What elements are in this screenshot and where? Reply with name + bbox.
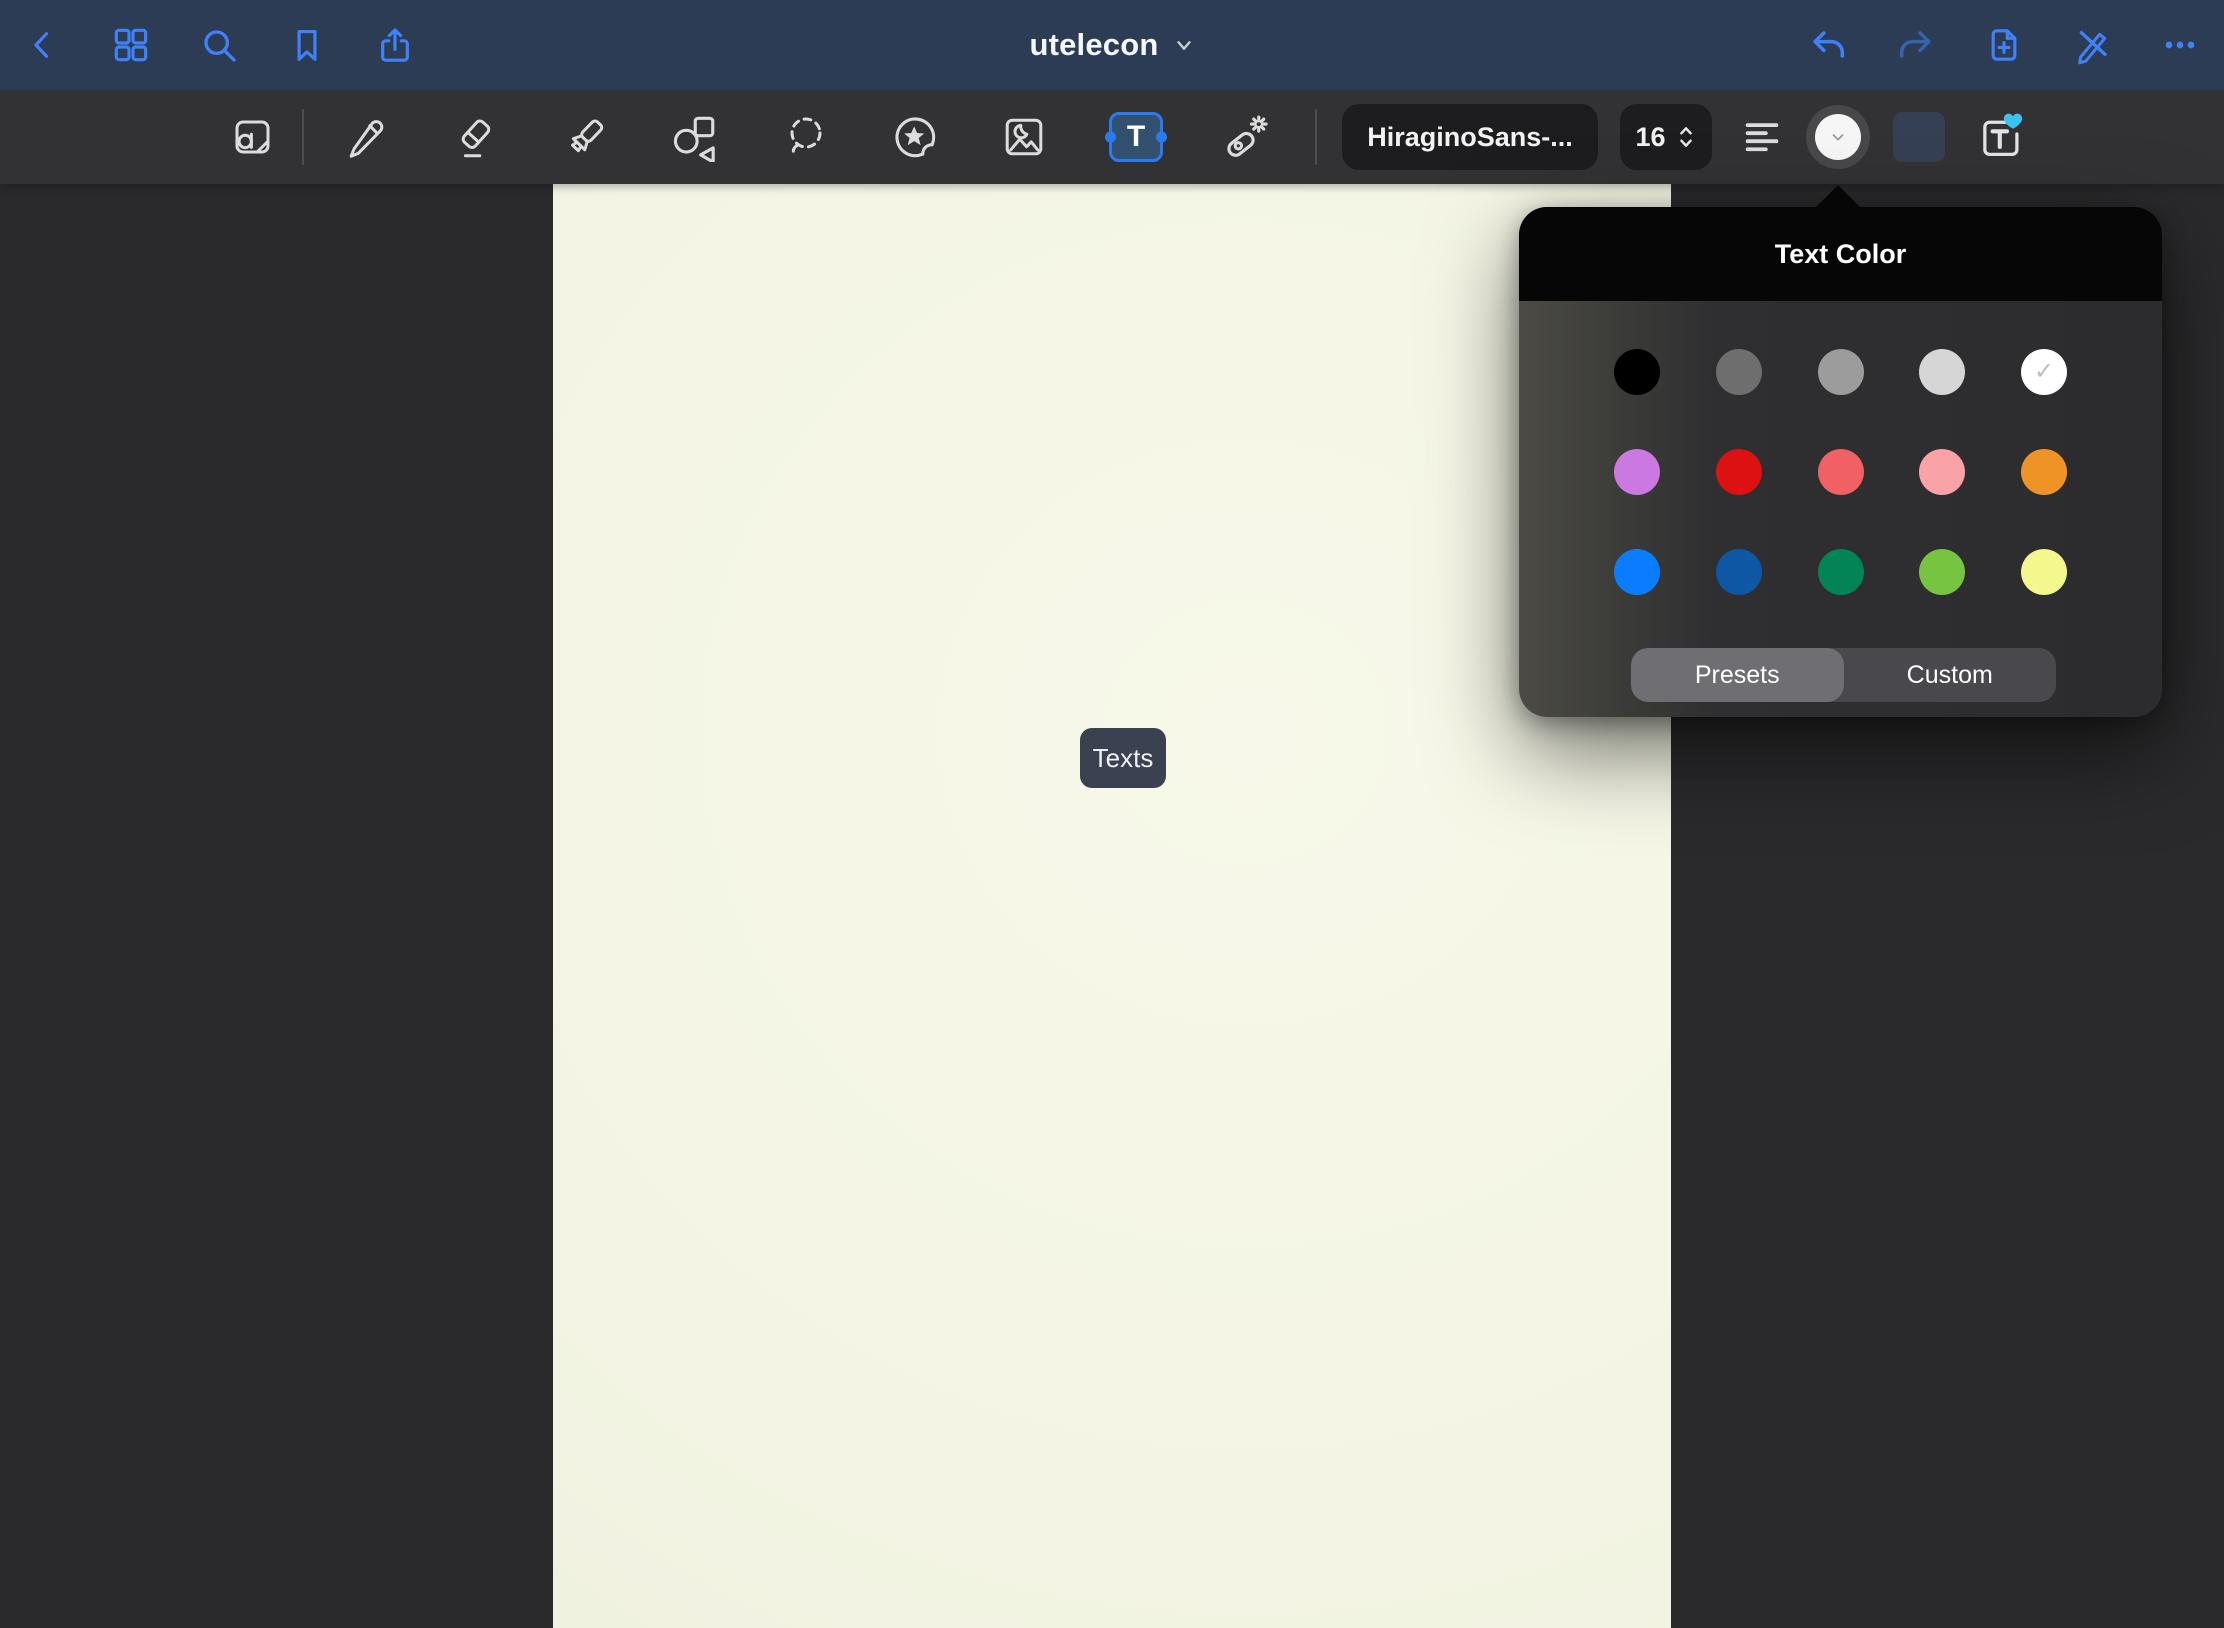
- shapes-tool-button[interactable]: [666, 105, 722, 169]
- canvas-text-object[interactable]: Texts: [1080, 728, 1166, 788]
- favorite-text-style-icon: [1974, 111, 2026, 163]
- chevron-down-icon: [1829, 128, 1847, 146]
- color-swatch[interactable]: [1818, 349, 1864, 395]
- tool-handle-left: [1105, 132, 1116, 143]
- text-color-current-swatch: [1815, 114, 1861, 160]
- font-family-button[interactable]: HiraginoSans-...: [1342, 104, 1598, 170]
- eraser-icon: [451, 113, 499, 161]
- document-title-group[interactable]: utelecon: [0, 0, 2224, 90]
- popover-arrow: [1814, 185, 1862, 209]
- color-swatch[interactable]: [1716, 349, 1762, 395]
- popover-header: Text Color: [1519, 207, 2162, 301]
- eraser-tool-button[interactable]: [447, 105, 503, 169]
- inactive-style-swatch: [1893, 112, 1945, 162]
- text-color-popover: Text Color ✓ Presets Custom: [1519, 207, 2162, 717]
- pen-tool-button[interactable]: [338, 105, 394, 169]
- tools-toolbar: T HiraginoSans-... 16: [0, 90, 2224, 184]
- color-swatch[interactable]: [1818, 449, 1864, 495]
- lasso-icon: [782, 113, 830, 161]
- page-text-icon: [228, 113, 276, 161]
- shapes-icon: [669, 112, 719, 162]
- chevron-down-icon: [1173, 34, 1195, 56]
- page-text-mode-button[interactable]: [224, 105, 280, 169]
- laser-pointer-tool-button[interactable]: [1217, 105, 1273, 169]
- color-swatch[interactable]: [1919, 549, 1965, 595]
- notes-app-window: { "theme": { "top_bar_bg": "#2d3c55", "t…: [0, 0, 2224, 1628]
- color-swatch[interactable]: [1614, 449, 1660, 495]
- toolbar-separator: [1315, 109, 1317, 165]
- swatch-row: [1614, 549, 2067, 595]
- color-swatch[interactable]: [1614, 349, 1660, 395]
- color-swatch[interactable]: [2021, 449, 2067, 495]
- color-swatch-grid: ✓: [1519, 301, 2162, 595]
- canvas-text-label: Texts: [1093, 743, 1154, 774]
- top-navigation-bar: utelecon: [0, 0, 2224, 90]
- text-tool-icon: T: [1127, 120, 1145, 154]
- color-swatch[interactable]: [1716, 549, 1762, 595]
- note-page-canvas[interactable]: [553, 184, 1671, 1628]
- color-swatch[interactable]: [1919, 349, 1965, 395]
- color-swatch[interactable]: [1818, 549, 1864, 595]
- swatch-row: [1614, 449, 2067, 495]
- laser-pointer-icon: [1220, 112, 1270, 162]
- font-size-stepper[interactable]: 16: [1620, 104, 1712, 170]
- popover-title: Text Color: [1775, 239, 1907, 270]
- image-tool-button[interactable]: [996, 105, 1052, 169]
- color-swatch[interactable]: [1614, 549, 1660, 595]
- color-swatch[interactable]: [1716, 449, 1762, 495]
- pen-icon: [342, 113, 390, 161]
- text-tool-button-active[interactable]: T: [1109, 112, 1163, 162]
- document-title[interactable]: utelecon: [1029, 27, 1158, 63]
- color-mode-segmented-control: Presets Custom: [1631, 648, 2056, 702]
- align-left-icon: [1739, 114, 1785, 160]
- check-icon: ✓: [2034, 360, 2054, 384]
- text-color-button[interactable]: [1806, 105, 1870, 169]
- lasso-tool-button[interactable]: [778, 105, 834, 169]
- color-swatch[interactable]: [1919, 449, 1965, 495]
- color-swatch[interactable]: ✓: [2021, 349, 2067, 395]
- tool-handle-right: [1156, 132, 1167, 143]
- toolbar-separator: [302, 109, 304, 165]
- color-swatch[interactable]: [2021, 549, 2067, 595]
- elements-tool-button[interactable]: [887, 105, 943, 169]
- font-family-label: HiraginoSans-...: [1367, 122, 1573, 153]
- segment-presets[interactable]: Presets: [1631, 648, 1844, 702]
- text-align-button[interactable]: [1734, 105, 1790, 169]
- highlighter-tool-button[interactable]: [558, 105, 614, 169]
- stepper-chevrons-icon: [1675, 123, 1697, 151]
- elements-icon: [890, 112, 940, 162]
- swatch-row: ✓: [1614, 349, 2067, 395]
- segment-custom[interactable]: Custom: [1844, 648, 2057, 702]
- favorite-text-style-button[interactable]: [1972, 105, 2028, 169]
- highlighter-icon: [562, 113, 610, 161]
- image-icon: [1000, 113, 1048, 161]
- font-size-value: 16: [1635, 122, 1665, 153]
